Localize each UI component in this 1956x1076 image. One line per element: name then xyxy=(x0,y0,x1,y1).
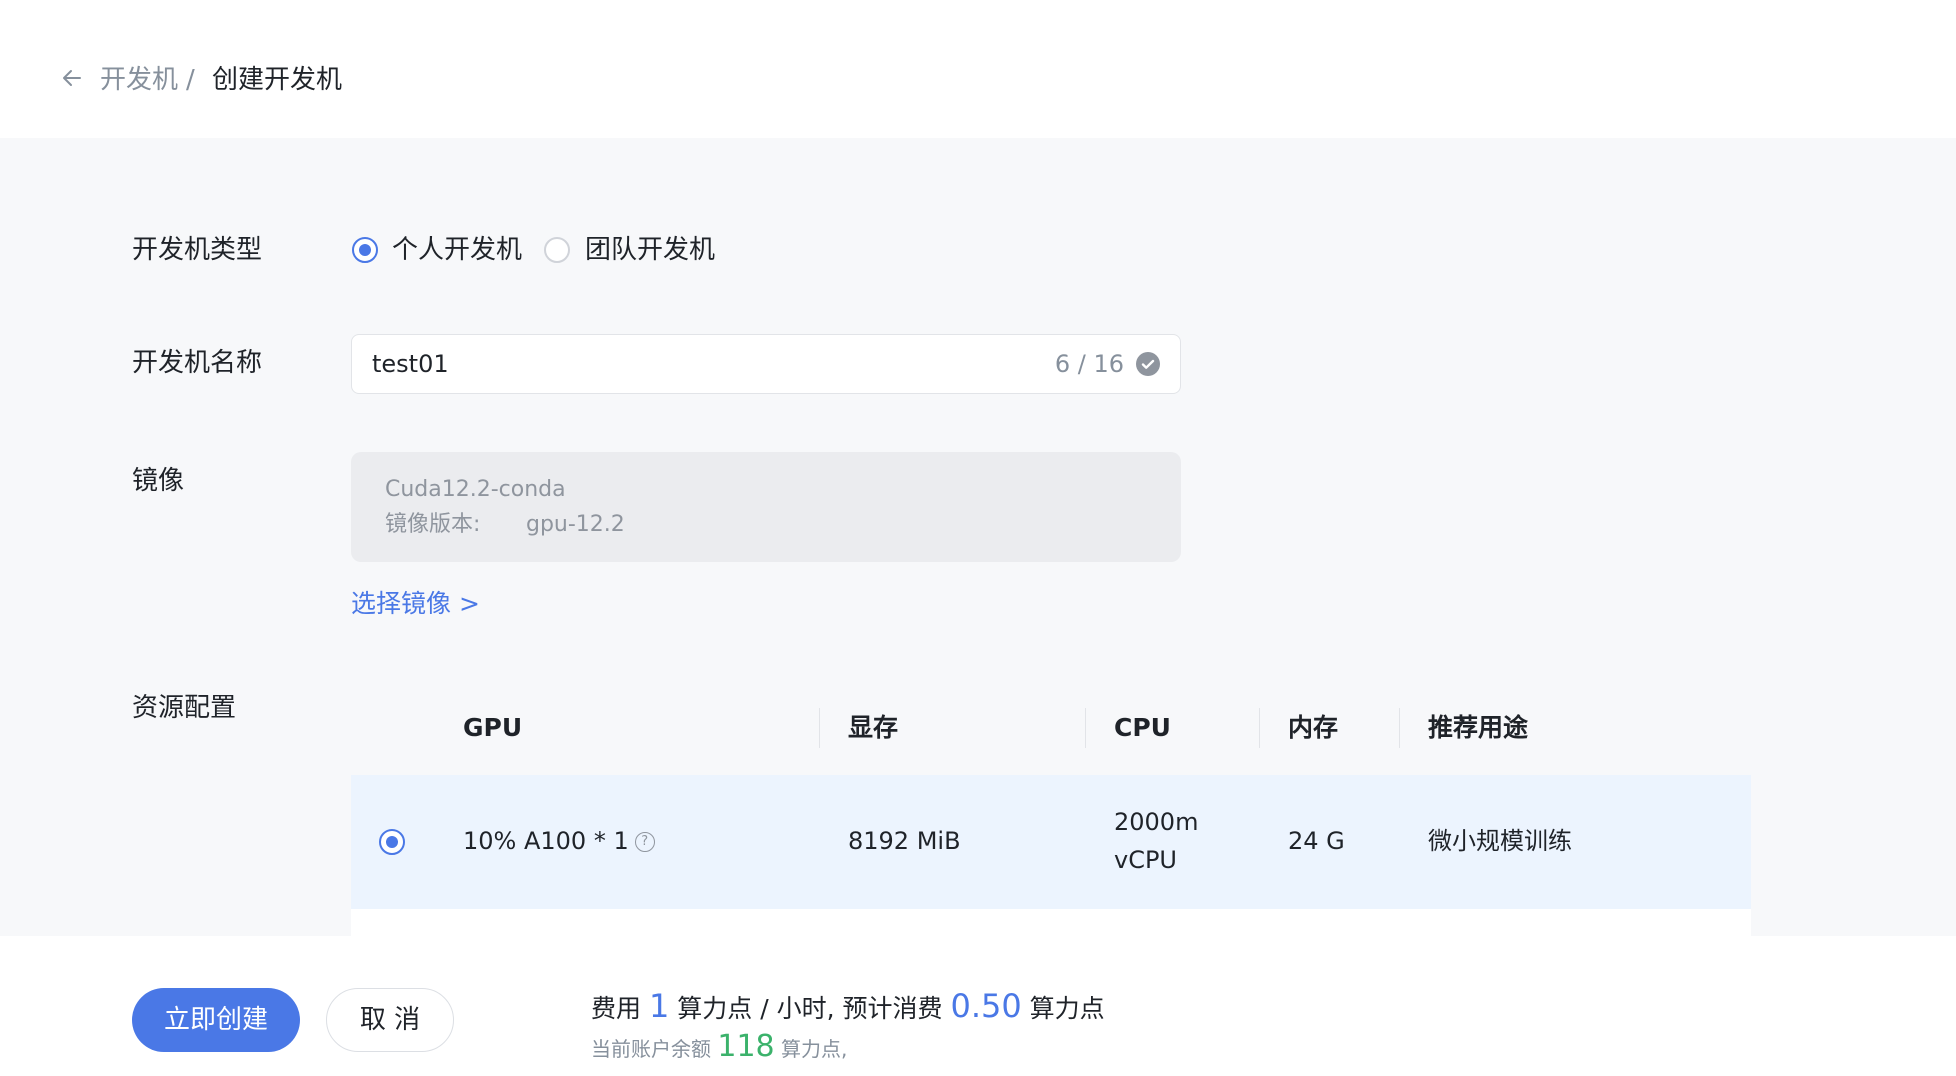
col-cpu: CPU xyxy=(1114,713,1171,742)
column-divider xyxy=(1085,708,1086,748)
cell-cpu-line1: 2000m xyxy=(1114,808,1199,836)
column-divider xyxy=(819,708,820,748)
image-version-value: gpu-12.2 xyxy=(526,512,625,537)
arrow-left-icon[interactable] xyxy=(60,66,84,90)
fee-rate: 1 xyxy=(648,987,670,1025)
table-row-partial xyxy=(351,909,1751,936)
col-memory: 内存 xyxy=(1288,713,1339,742)
col-gpu: GPU xyxy=(463,713,523,742)
balance-prefix: 当前账户余额 xyxy=(591,1037,711,1061)
help-icon[interactable]: ? xyxy=(634,832,655,852)
cell-cpu-line2: vCPU xyxy=(1114,846,1177,874)
col-usage: 推荐用途 xyxy=(1428,713,1529,742)
radio-team-label[interactable]: 团队开发机 xyxy=(585,232,715,268)
cell-vram: 8192 MiB xyxy=(848,827,961,855)
select-image-link[interactable]: 选择镜像 > xyxy=(351,586,480,622)
breadcrumb-separator: / xyxy=(186,65,195,95)
resource-table: GPU 显存 CPU 内存 推荐用途 10% A100 * 1? 8192 Mi… xyxy=(351,680,1751,936)
fee-estimate: 0.50 xyxy=(950,987,1022,1025)
check-circle-icon xyxy=(1136,352,1160,376)
name-input-value[interactable]: test01 xyxy=(372,347,449,381)
name-char-count: 6 / 16 xyxy=(1054,350,1124,378)
create-button[interactable]: 立即创建 xyxy=(132,988,300,1052)
cell-memory: 24 G xyxy=(1288,827,1345,855)
name-input[interactable]: test01 6 / 16 xyxy=(351,334,1181,394)
radio-personal-label[interactable]: 个人开发机 xyxy=(392,232,522,268)
fee-estimate-unit: 算力点 xyxy=(1029,994,1105,1023)
radio-team[interactable] xyxy=(544,237,570,263)
cancel-button[interactable]: 取 消 xyxy=(326,988,454,1052)
name-label: 开发机名称 xyxy=(132,348,263,378)
image-name: Cuda12.2-conda xyxy=(385,477,566,502)
page-header: 开发机 / 创建开发机 xyxy=(0,0,1956,138)
action-footer: 立即创建 取 消 费用 1 算力点 / 小时, 预计消费 0.50 算力点 当前… xyxy=(0,936,1956,1076)
table-header: GPU 显存 CPU 内存 推荐用途 xyxy=(351,680,1751,775)
image-info-box: Cuda12.2-conda 镜像版本: gpu-12.2 xyxy=(351,452,1181,562)
balance-summary: 当前账户余额 118 算力点, xyxy=(591,1030,847,1066)
cell-gpu-text: 10% A100 * 1 xyxy=(463,827,629,855)
row-select-radio[interactable] xyxy=(379,829,405,855)
radio-personal[interactable] xyxy=(352,237,378,263)
column-divider xyxy=(1399,708,1400,748)
table-row[interactable]: 10% A100 * 1? 8192 MiB 2000m vCPU 24 G 微… xyxy=(351,775,1751,909)
fee-summary: 费用 1 算力点 / 小时, 预计消费 0.50 算力点 xyxy=(591,986,1105,1029)
image-label: 镜像 xyxy=(132,466,185,496)
cell-usage: 微小规模训练 xyxy=(1428,827,1572,855)
image-version-label: 镜像版本: xyxy=(385,512,481,537)
balance-value: 118 xyxy=(717,1029,775,1064)
breadcrumb-parent[interactable]: 开发机 xyxy=(100,62,178,98)
fee-rate-unit: 算力点 / 小时, 预计消费 xyxy=(677,994,943,1023)
balance-unit: 算力点, xyxy=(780,1037,848,1061)
fee-prefix: 费用 xyxy=(591,994,642,1023)
column-divider xyxy=(1259,708,1260,748)
resource-label: 资源配置 xyxy=(132,693,237,723)
breadcrumb-current: 创建开发机 xyxy=(212,65,343,95)
type-label: 开发机类型 xyxy=(132,235,263,265)
cell-gpu: 10% A100 * 1? xyxy=(463,822,655,860)
col-vram: 显存 xyxy=(848,713,899,742)
